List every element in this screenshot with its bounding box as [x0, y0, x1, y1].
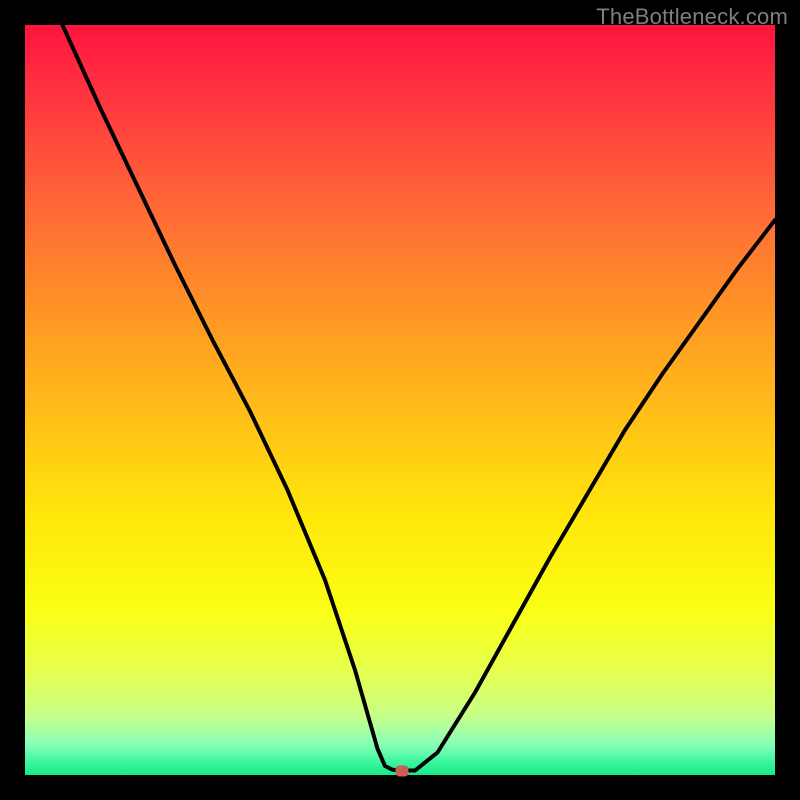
min-marker	[395, 765, 408, 776]
curve-svg	[25, 25, 775, 775]
watermark-label: TheBottleneck.com	[596, 4, 788, 30]
chart-frame: TheBottleneck.com	[0, 0, 800, 800]
plot-area	[25, 25, 775, 775]
curve-path	[63, 25, 776, 771]
